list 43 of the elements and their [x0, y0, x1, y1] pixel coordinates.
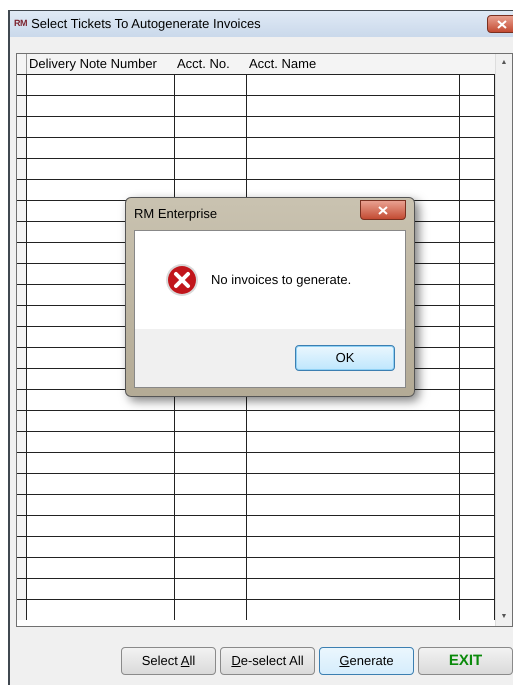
row-header[interactable]: [17, 432, 27, 452]
row-header[interactable]: [17, 516, 27, 536]
row-header[interactable]: [17, 600, 27, 620]
dialog-message: No invoices to generate.: [211, 271, 352, 290]
row-header[interactable]: [17, 348, 27, 368]
row-header[interactable]: [17, 264, 27, 284]
column-header[interactable]: Acct. Name: [247, 54, 460, 74]
row-header[interactable]: [17, 537, 27, 557]
window-title: Select Tickets To Autogenerate Invoices: [31, 15, 261, 34]
column-header[interactable]: Delivery Note Number: [27, 54, 175, 74]
row-header[interactable]: [17, 117, 27, 137]
row-header[interactable]: [17, 285, 27, 305]
close-icon: [378, 206, 388, 214]
row-header[interactable]: [17, 390, 27, 410]
row-header[interactable]: [17, 96, 27, 116]
row-header[interactable]: [17, 159, 27, 179]
app-logo: RM: [14, 17, 28, 30]
row-header[interactable]: [17, 495, 27, 515]
ok-button[interactable]: OK: [295, 345, 395, 371]
row-header[interactable]: [17, 180, 27, 200]
row-header[interactable]: [17, 327, 27, 347]
column-header[interactable]: Acct. No.: [175, 54, 247, 74]
close-button[interactable]: [360, 200, 406, 220]
action-button[interactable]: Select All: [121, 647, 216, 675]
row-header[interactable]: [17, 306, 27, 326]
row-header[interactable]: [17, 222, 27, 242]
row-header[interactable]: [17, 75, 27, 95]
close-icon: [497, 20, 507, 28]
action-button[interactable]: De-select All: [220, 647, 315, 675]
row-header[interactable]: [17, 453, 27, 473]
exit-button[interactable]: EXIT: [418, 647, 513, 675]
row-header[interactable]: [17, 558, 27, 578]
close-button[interactable]: [487, 15, 513, 33]
row-header[interactable]: [17, 411, 27, 431]
row-header[interactable]: [17, 369, 27, 389]
row-header[interactable]: [17, 243, 27, 263]
action-button[interactable]: Generate: [319, 647, 414, 675]
row-header[interactable]: [17, 201, 27, 221]
dialog-title: RM Enterprise: [134, 205, 218, 224]
row-header[interactable]: [17, 138, 27, 158]
row-header[interactable]: [17, 579, 27, 599]
row-header[interactable]: [17, 474, 27, 494]
error-icon: [165, 263, 199, 297]
